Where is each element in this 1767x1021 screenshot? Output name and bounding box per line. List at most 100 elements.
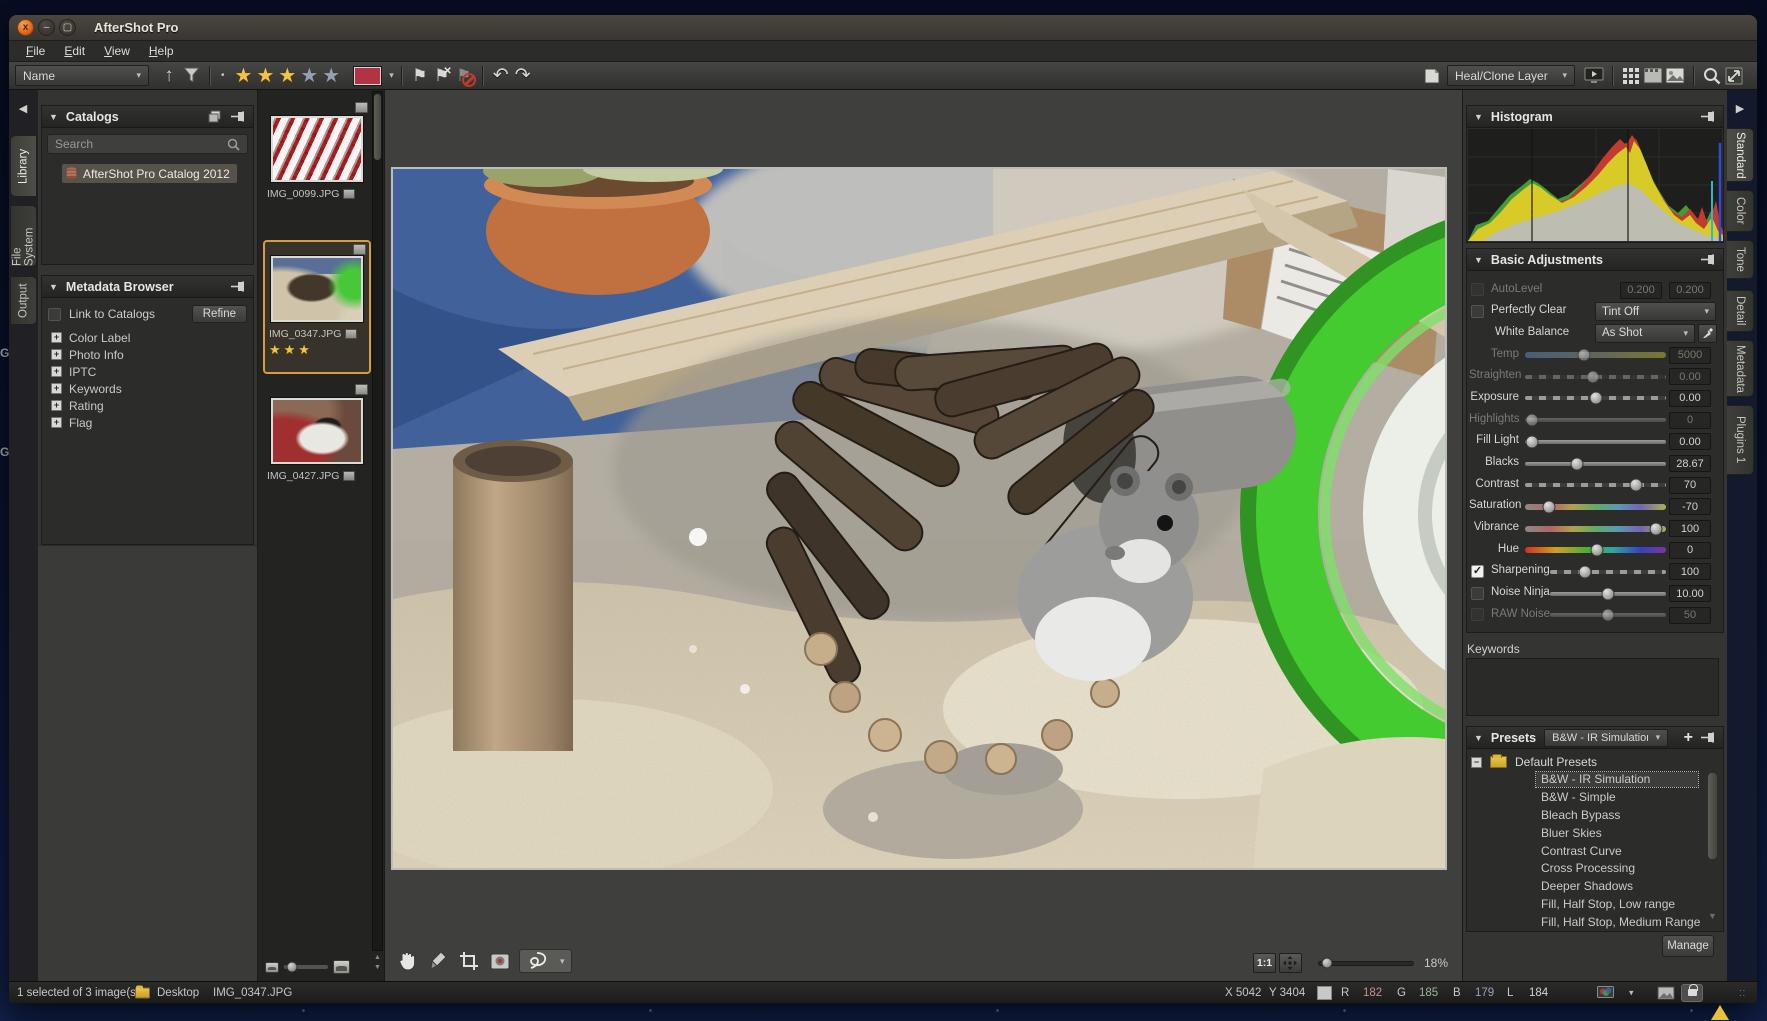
slider-handle[interactable] (1602, 609, 1615, 622)
slider-handle[interactable] (1526, 435, 1539, 448)
new-catalog-icon[interactable] (208, 110, 222, 123)
tab-library[interactable]: Library (11, 135, 37, 197)
rating-dot-icon[interactable]: • (221, 70, 225, 81)
slider-track[interactable] (1550, 570, 1666, 574)
slider-handle[interactable] (1571, 457, 1584, 470)
adjustment-value[interactable]: 0.00 (1669, 433, 1711, 450)
metadata-tree-keywords[interactable]: +Keywords (42, 380, 253, 397)
flag-pick-button[interactable]: ⚑ (409, 65, 431, 87)
star-filter-5[interactable]: ★ (322, 66, 340, 86)
color-profile-icon[interactable] (1597, 986, 1614, 1000)
slider-handle[interactable] (1542, 500, 1555, 513)
adjustment-checkbox[interactable]: ✓ (1471, 565, 1484, 578)
adjustment-value[interactable]: 70 (1669, 477, 1711, 494)
slider-track[interactable] (1525, 418, 1666, 422)
warning-icon[interactable] (1711, 993, 1729, 1020)
slider-handle[interactable] (1526, 414, 1539, 427)
filmstrip-scroll-arrows[interactable]: ▲▼ (372, 953, 383, 973)
metadata-tree-photo-info[interactable]: +Photo Info (42, 346, 253, 363)
expand-icon[interactable]: + (51, 383, 62, 394)
panel-collapse-icon[interactable]: ▼ (49, 112, 58, 122)
metadata-tree-iptc[interactable]: +IPTC (42, 363, 253, 380)
pan-tool-button[interactable] (395, 949, 419, 973)
chevron-down-icon[interactable]: ▾ (1629, 987, 1634, 998)
slider-handle[interactable] (1630, 479, 1643, 492)
adjustment-checkbox[interactable] (1471, 283, 1484, 296)
lasso-tool-button[interactable]: ▾ (519, 949, 572, 973)
pin-icon[interactable] (231, 111, 246, 122)
filmstrip-item[interactable]: IMG_0347.JPG★★★ (263, 240, 371, 374)
preset-item[interactable]: B&W - IR Simulation (1468, 771, 1722, 789)
star-filter-1[interactable]: ★ (235, 66, 253, 86)
expand-icon[interactable]: + (51, 366, 62, 377)
tab-file-system[interactable]: File System (11, 205, 37, 267)
slider-track[interactable] (1525, 483, 1666, 487)
keywords-input[interactable] (1466, 658, 1719, 716)
panel-collapse-icon[interactable]: ▼ (1474, 112, 1483, 122)
adjustment-value[interactable]: -70 (1669, 498, 1711, 515)
expand-icon[interactable]: + (51, 400, 62, 411)
expand-icon[interactable]: + (51, 417, 62, 428)
resize-grip[interactable]: ∙∙∙∙ (1739, 988, 1746, 998)
refine-button[interactable]: Refine (192, 305, 247, 323)
manage-presets-button[interactable]: Manage (1662, 935, 1714, 957)
star-filter-4[interactable]: ★ (300, 66, 318, 86)
add-preset-button[interactable]: + (1684, 732, 1693, 744)
flag-clear-button[interactable]: ⚑ (453, 65, 475, 87)
browse-view-button[interactable] (1642, 64, 1664, 88)
preset-item[interactable]: Fill, Half Stop, Low range (1468, 896, 1722, 914)
window-minimize-button[interactable]: – (38, 19, 55, 36)
panel-collapse-icon[interactable]: ▼ (1474, 255, 1483, 265)
adjustment-value[interactable]: 10.00 (1669, 585, 1711, 602)
thumbnail-image[interactable] (271, 116, 363, 182)
magnify-button[interactable] (1701, 64, 1723, 88)
tab-metadata[interactable]: Metadata (1727, 340, 1754, 397)
menu-edit[interactable]: Edit (55, 42, 95, 60)
collapse-left-panel-button[interactable]: ◀ (12, 95, 34, 121)
preset-item[interactable]: Fill, Half Stop, Medium Range (1468, 913, 1722, 929)
thumb-size-slider-handle[interactable] (287, 962, 298, 973)
thumbnail-view-button[interactable] (1620, 64, 1642, 88)
adjustment-value[interactable]: 28.67 (1669, 455, 1711, 472)
tab-color[interactable]: Color (1727, 190, 1754, 232)
image-view-button[interactable] (1664, 64, 1686, 88)
thumb-size-small-icon[interactable] (265, 962, 279, 973)
zoom-slider[interactable] (1318, 961, 1414, 966)
fit-to-window-button[interactable] (1279, 953, 1302, 973)
preset-item[interactable]: B&W - Simple (1468, 789, 1722, 807)
redo-button[interactable]: ↷ (512, 64, 534, 88)
tab-standard[interactable]: Standard (1727, 128, 1754, 182)
menu-file[interactable]: File (17, 42, 55, 60)
sort-field-combo[interactable]: Name ▾ (15, 65, 149, 86)
slider-handle[interactable] (1589, 392, 1602, 405)
adjustment-value[interactable]: 0.200 (1620, 282, 1662, 299)
slider-handle[interactable] (1602, 587, 1615, 600)
pin-icon[interactable] (1701, 111, 1716, 122)
slider-handle[interactable] (1590, 544, 1603, 557)
slider-track[interactable] (1525, 440, 1666, 444)
preset-folder-row[interactable]: −Default Presets (1468, 752, 1722, 771)
catalog-search-input[interactable]: Search (47, 134, 248, 154)
link-to-catalogs-checkbox[interactable] (48, 308, 61, 321)
slider-track[interactable] (1525, 526, 1666, 532)
slider-track[interactable] (1525, 462, 1666, 466)
layer-selector-combo[interactable]: Heal/Clone Layer ▾ (1447, 65, 1575, 86)
zoom-1to1-button[interactable]: 1:1 (1253, 953, 1276, 973)
adjustment-value[interactable]: 0 (1669, 542, 1711, 559)
titlebar[interactable]: x – ▢ AfterShot Pro (9, 15, 1757, 41)
fullscreen-button[interactable] (1723, 64, 1745, 88)
crop-tool-button[interactable] (457, 949, 481, 973)
thumb-size-large-icon[interactable] (333, 960, 350, 974)
slider-handle[interactable] (1578, 565, 1591, 578)
pin-icon[interactable] (1701, 732, 1716, 743)
slider-handle[interactable] (1586, 370, 1599, 383)
metadata-tree-color-label[interactable]: +Color Label (42, 329, 253, 346)
filmstrip-item[interactable]: IMG_0099.JPG (263, 100, 371, 228)
slider-handle[interactable] (1578, 349, 1591, 362)
tint-combo[interactable]: Tint Off▾ (1595, 302, 1716, 321)
filter-button[interactable] (180, 64, 202, 88)
flag-reject-button[interactable]: ⚑ ✕ (431, 65, 453, 87)
brush-tool-button[interactable] (426, 949, 450, 973)
preset-selector-combo[interactable]: B&W - IR Simulation ▾ (1544, 729, 1668, 747)
adjustment-checkbox[interactable] (1471, 608, 1484, 621)
